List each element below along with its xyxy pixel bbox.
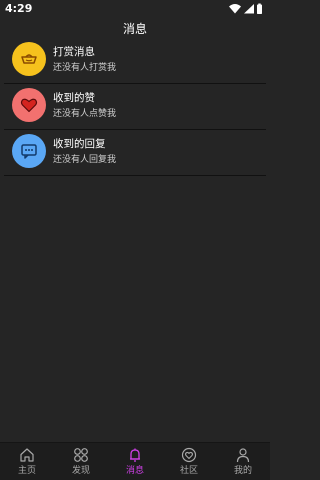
header: 消息 xyxy=(0,18,270,36)
person-icon xyxy=(236,448,250,463)
nav-item-home[interactable]: 主页 xyxy=(0,443,54,480)
grid-icon xyxy=(74,448,88,462)
signal-icon xyxy=(244,4,254,14)
wifi-icon xyxy=(229,4,241,14)
nav-label: 主页 xyxy=(17,466,36,476)
heart-icon xyxy=(20,98,38,113)
list-item-title: 收到的回复 xyxy=(53,138,106,150)
list-item-replies[interactable]: 收到的回复 还没有人回复我 xyxy=(4,130,266,176)
list-item-subtitle: 还没有人回复我 xyxy=(53,155,117,165)
status-bar: 4:29 xyxy=(0,0,270,18)
tips-avatar xyxy=(12,42,46,76)
replies-avatar xyxy=(12,134,46,168)
bell-icon xyxy=(130,448,140,462)
nav-item-me[interactable]: 我的 xyxy=(216,443,270,480)
nav-item-messages[interactable]: 消息 xyxy=(108,443,162,480)
list-item-subtitle: 还没有人打赏我 xyxy=(53,63,117,73)
gold-ingot-icon xyxy=(21,54,37,64)
nav-label: 消息 xyxy=(125,466,144,476)
page-title: 消息 xyxy=(122,22,147,36)
list-item-tips[interactable]: 打赏消息 还没有人打赏我 xyxy=(4,38,266,84)
chat-icon xyxy=(21,144,37,159)
message-list: 打赏消息 还没有人打赏我 收到的赞 还没有人点赞我 收到的回复 还没有人回复我 xyxy=(4,38,266,176)
nav-label: 社区 xyxy=(179,466,198,476)
nav-label: 发现 xyxy=(71,466,90,476)
list-item-title: 收到的赞 xyxy=(53,92,95,104)
community-heart-icon xyxy=(181,447,197,463)
nav-label: 我的 xyxy=(233,466,252,476)
likes-avatar xyxy=(12,88,46,122)
status-time: 4:29 xyxy=(5,2,33,15)
battery-icon xyxy=(257,3,262,14)
nav-item-community[interactable]: 社区 xyxy=(162,443,216,480)
list-item-subtitle: 还没有人点赞我 xyxy=(53,109,117,119)
bottom-nav: 主页 发现 消息 社区 我的 xyxy=(0,442,270,480)
status-icons xyxy=(228,3,264,15)
list-item-likes[interactable]: 收到的赞 还没有人点赞我 xyxy=(4,84,266,130)
messages-screen: 4:29 消息 打赏消息 还没有人打赏我 收到的赞 还没有人点赞我 收到的回复 … xyxy=(0,0,270,480)
list-item-title: 打赏消息 xyxy=(53,46,95,58)
nav-item-discover[interactable]: 发现 xyxy=(54,443,108,480)
home-icon xyxy=(20,448,34,462)
